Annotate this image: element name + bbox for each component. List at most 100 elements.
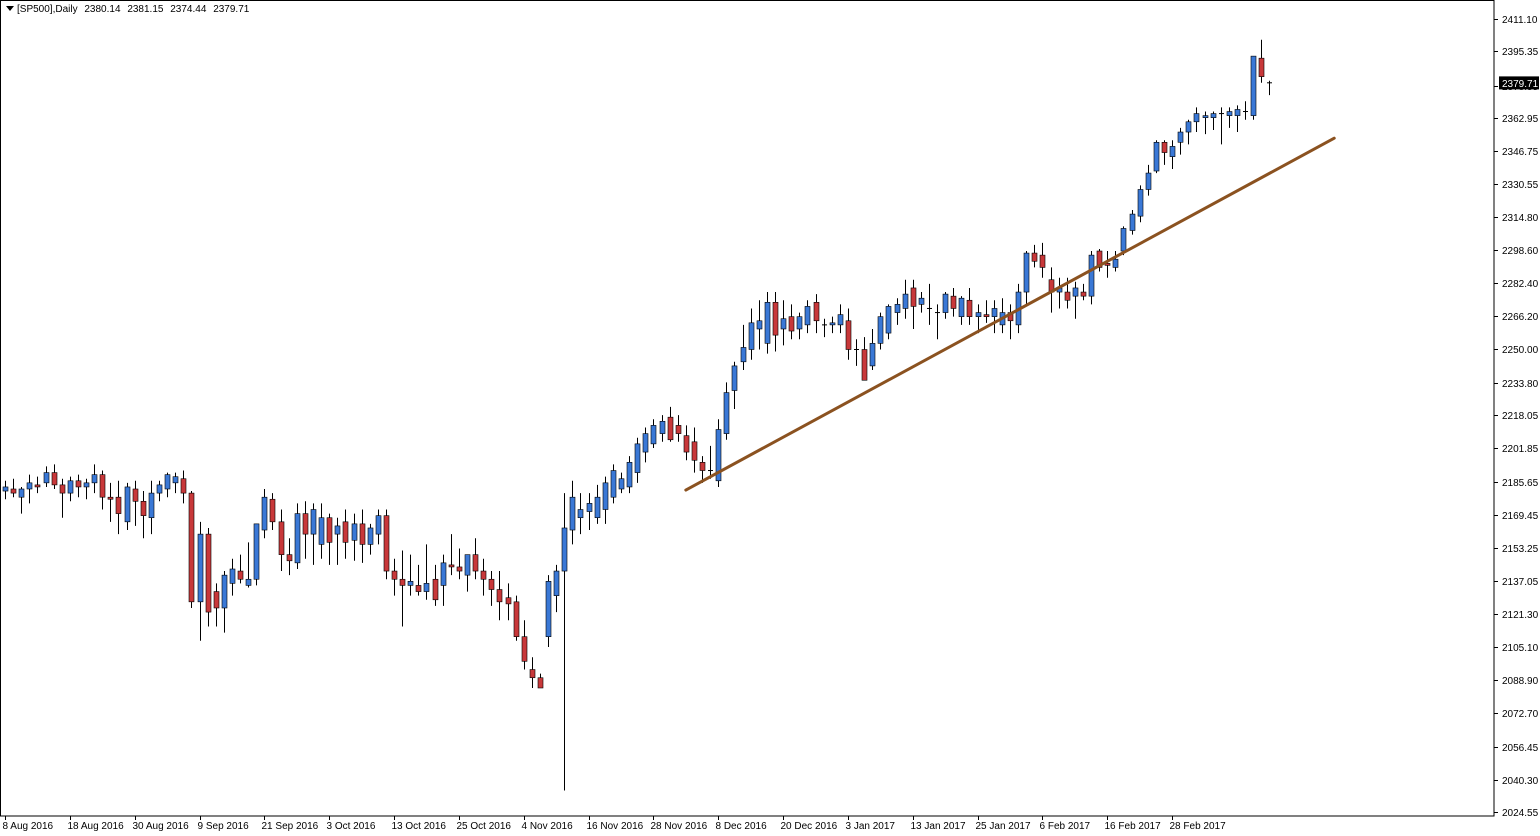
candle[interactable] bbox=[318, 503, 325, 559]
candle[interactable] bbox=[440, 554, 447, 606]
candle[interactable] bbox=[1258, 39, 1265, 83]
candle[interactable] bbox=[269, 493, 276, 531]
candle[interactable] bbox=[1219, 107, 1224, 145]
candle[interactable] bbox=[326, 513, 333, 565]
candle[interactable] bbox=[132, 480, 139, 526]
candle[interactable] bbox=[253, 523, 260, 586]
candle[interactable] bbox=[10, 478, 17, 498]
candle[interactable] bbox=[1007, 304, 1014, 340]
candle[interactable] bbox=[2, 480, 9, 500]
candle[interactable] bbox=[496, 571, 503, 621]
candle[interactable] bbox=[488, 571, 495, 606]
candle[interactable] bbox=[172, 472, 179, 494]
candle[interactable] bbox=[1202, 111, 1209, 135]
candle[interactable] bbox=[148, 480, 155, 535]
candle[interactable] bbox=[731, 361, 738, 409]
candle[interactable] bbox=[1243, 101, 1248, 120]
candle[interactable] bbox=[91, 464, 98, 494]
candle[interactable] bbox=[1039, 242, 1046, 278]
candle[interactable] bbox=[553, 564, 560, 613]
candle[interactable] bbox=[885, 304, 892, 340]
candle[interactable] bbox=[513, 595, 520, 641]
candle[interactable] bbox=[966, 287, 973, 325]
candle[interactable] bbox=[1153, 140, 1160, 174]
candle[interactable] bbox=[942, 292, 949, 319]
candle[interactable] bbox=[1250, 55, 1257, 120]
candle[interactable] bbox=[1088, 251, 1095, 305]
candle[interactable] bbox=[610, 464, 617, 504]
candle[interactable] bbox=[902, 279, 909, 319]
candle[interactable] bbox=[456, 548, 463, 580]
candle[interactable] bbox=[642, 427, 649, 463]
candle[interactable] bbox=[813, 294, 820, 334]
candle[interactable] bbox=[1072, 281, 1079, 319]
candle[interactable] bbox=[359, 509, 366, 563]
candle[interactable] bbox=[626, 456, 633, 494]
candle[interactable] bbox=[521, 620, 528, 670]
candle[interactable] bbox=[124, 482, 131, 531]
candle[interactable] bbox=[958, 296, 965, 325]
candle[interactable] bbox=[1226, 107, 1233, 128]
candle[interactable] bbox=[683, 425, 690, 461]
candle[interactable] bbox=[708, 445, 713, 479]
candle[interactable] bbox=[667, 406, 674, 442]
candle[interactable] bbox=[577, 493, 584, 535]
candle[interactable] bbox=[894, 298, 901, 325]
candle[interactable] bbox=[180, 470, 187, 504]
candle[interactable] bbox=[75, 474, 82, 498]
candle[interactable] bbox=[869, 328, 876, 371]
candle[interactable] bbox=[1185, 119, 1192, 145]
chart-canvas[interactable]: 2411.102395.352378.552362.952346.752330.… bbox=[0, 0, 1540, 836]
candle[interactable] bbox=[367, 523, 374, 555]
candle[interactable] bbox=[1129, 209, 1136, 235]
candle[interactable] bbox=[845, 308, 852, 360]
candle[interactable] bbox=[407, 554, 414, 596]
candle[interactable] bbox=[804, 300, 811, 334]
candle[interactable] bbox=[43, 466, 50, 487]
candle[interactable] bbox=[432, 564, 439, 606]
candle[interactable] bbox=[756, 300, 763, 350]
candle[interactable] bbox=[375, 509, 382, 545]
candle[interactable] bbox=[715, 419, 722, 487]
candle[interactable] bbox=[310, 503, 317, 565]
candle[interactable] bbox=[1145, 164, 1152, 196]
candle[interactable] bbox=[561, 493, 568, 791]
candle[interactable] bbox=[910, 279, 917, 329]
candle[interactable] bbox=[83, 478, 90, 500]
candle[interactable] bbox=[505, 583, 512, 621]
candle[interactable] bbox=[740, 324, 747, 371]
candle[interactable] bbox=[918, 292, 925, 313]
candle[interactable] bbox=[748, 308, 755, 360]
candle[interactable] bbox=[423, 544, 430, 600]
candle[interactable] bbox=[1234, 105, 1241, 133]
candle[interactable] bbox=[650, 419, 657, 448]
candle[interactable] bbox=[586, 493, 593, 531]
candle[interactable] bbox=[1267, 80, 1272, 96]
candle[interactable] bbox=[1193, 107, 1200, 133]
candle[interactable] bbox=[723, 382, 730, 440]
candle[interactable] bbox=[213, 583, 220, 627]
candle[interactable] bbox=[221, 571, 228, 633]
candle[interactable] bbox=[188, 491, 195, 608]
candle[interactable] bbox=[1169, 140, 1176, 169]
candle[interactable] bbox=[1080, 283, 1087, 301]
candle[interactable] bbox=[26, 474, 33, 504]
candle[interactable] bbox=[837, 304, 844, 334]
candle[interactable] bbox=[602, 476, 609, 524]
candle[interactable] bbox=[854, 339, 859, 366]
candle[interactable] bbox=[261, 488, 268, 539]
candle[interactable] bbox=[1137, 185, 1144, 223]
candle[interactable] bbox=[480, 558, 487, 596]
candle[interactable] bbox=[618, 472, 625, 494]
candle[interactable] bbox=[594, 484, 601, 524]
candle[interactable] bbox=[1112, 251, 1119, 272]
candle[interactable] bbox=[569, 480, 576, 545]
candle[interactable] bbox=[529, 657, 536, 688]
candle[interactable] bbox=[634, 437, 641, 483]
candle[interactable] bbox=[302, 501, 309, 559]
candle[interactable] bbox=[1056, 277, 1063, 309]
candle[interactable] bbox=[67, 476, 74, 502]
candle[interactable] bbox=[51, 464, 58, 489]
candle[interactable] bbox=[788, 304, 795, 340]
candle[interactable] bbox=[1023, 251, 1030, 305]
